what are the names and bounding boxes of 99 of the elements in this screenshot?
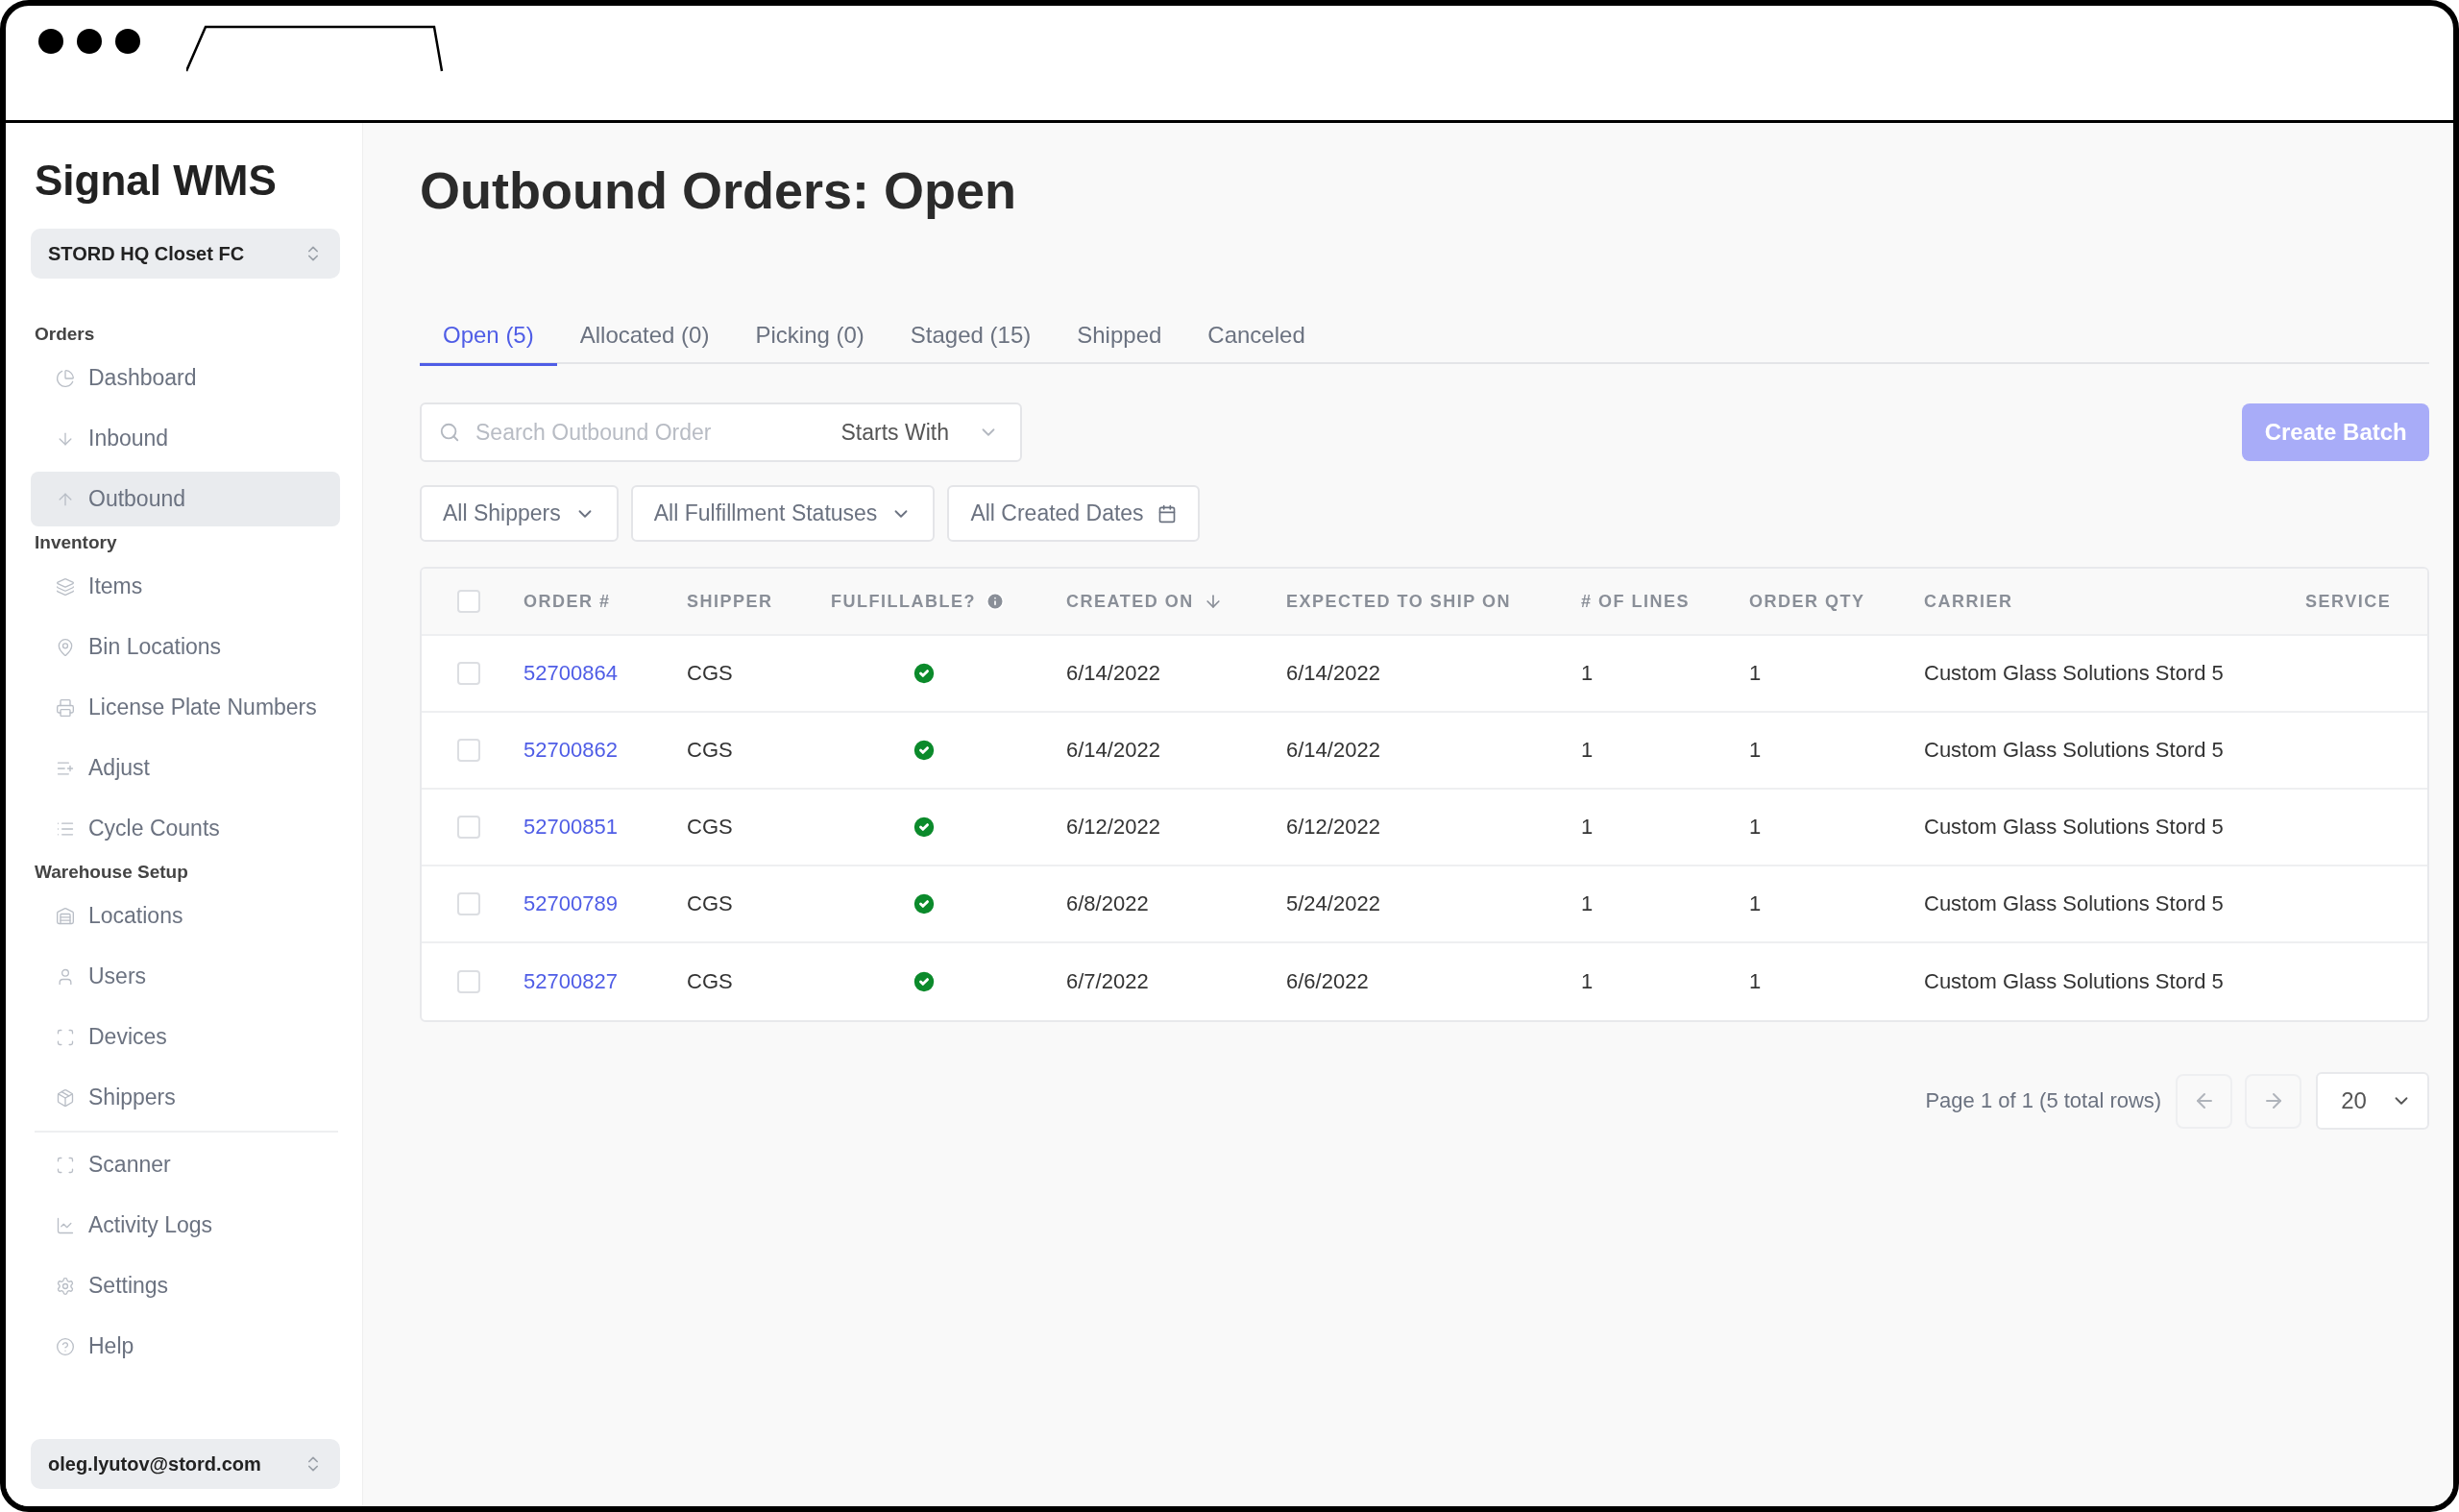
search-field[interactable]: Search Outbound Order Starts With [420,402,1022,462]
column-header: SHIPPER [687,591,774,612]
sidebar-item[interactable]: Activity Logs [31,1195,340,1256]
sidebar-item[interactable]: Settings [31,1256,340,1316]
user-selector[interactable]: oleg.lyutov@stord.com [31,1439,340,1489]
order-link[interactable]: 52700862 [523,738,618,763]
table-cell-text: Custom Glass Solutions Stord 5 [1924,815,2225,840]
search-icon [439,422,460,443]
order-link[interactable]: 52700789 [523,891,618,916]
table-cell-text: CGS [687,738,734,763]
sidebar-item[interactable]: Devices [31,1007,340,1067]
sidebar-item[interactable]: Items [31,556,340,617]
table-cell-text: 6/12/2022 [1286,815,1381,840]
table-cell-text: 6/14/2022 [1066,661,1161,686]
tab[interactable]: Shipped [1054,306,1185,366]
table-cell-text: 5/24/2022 [1286,891,1381,916]
row-checkbox[interactable] [457,662,480,685]
app-title: Signal WMS [35,156,278,206]
scan-frame-icon [56,1027,75,1047]
table-cell-text: CGS [687,969,734,994]
table-cell-text: CGS [687,661,734,686]
table-cell-text: 6/8/2022 [1066,891,1150,916]
row-checkbox[interactable] [457,892,480,915]
tab[interactable]: Canceled [1184,306,1328,366]
table-cell-text: 1 [1749,661,1763,686]
pie-chart-icon [56,368,75,388]
table-cell-text: CGS [687,815,734,840]
column-header: CREATED ON [1066,591,1194,612]
package-icon [56,1087,75,1108]
sidebar-item[interactable]: Dashboard [31,348,340,408]
order-link[interactable]: 52700851 [523,815,618,840]
sidebar-item[interactable]: Scanner [31,1134,340,1195]
sidebar-item[interactable]: Locations [31,886,340,946]
column-header: EXPECTED TO SHIP ON [1286,591,1512,612]
sidebar-item[interactable]: Cycle Counts [31,798,340,859]
filter-dropdown[interactable]: All Fulfillment Statuses [630,485,936,542]
printer-icon [56,697,75,718]
sidebar-item[interactable]: License Plate Numbers [31,677,340,738]
table-cell-text: Custom Glass Solutions Stord 5 [1924,738,2225,763]
row-checkbox[interactable] [457,970,480,993]
layers-icon [56,576,75,597]
table-cell-text: 6/14/2022 [1286,738,1381,763]
tab[interactable]: Picking (0) [732,306,888,366]
sidebar-item[interactable]: Shippers [31,1067,340,1128]
sidebar-item[interactable]: Help [31,1316,340,1377]
sidebar-item[interactable]: Outbound [31,472,340,526]
filter-dropdown[interactable]: All Created Dates [947,485,1200,542]
column-header: ORDER QTY [1749,591,1866,612]
table-cell-text: 1 [1581,661,1595,686]
table-cell-text: 1 [1581,969,1595,994]
tab[interactable]: Staged (15) [887,306,1055,366]
tab[interactable]: Open (5) [420,306,557,366]
line-chart-icon [56,1215,75,1235]
table-cell-text: Custom Glass Solutions Stord 5 [1924,969,2225,994]
pagination-summary: Page 1 of 1 (5 total rows) [1925,1088,2162,1113]
sidebar-item[interactable]: Users [31,946,340,1007]
sidebar-section-heading: Warehouse Setup [35,861,189,884]
scan-frame-icon [56,1155,75,1175]
table-cell-text: Custom Glass Solutions Stord 5 [1924,661,2225,686]
calendar-icon [1156,503,1177,524]
facility-selector[interactable]: STORD HQ Closet FC [31,229,340,279]
table-cell-text: 1 [1749,738,1763,763]
page-size-dropdown[interactable]: 20 [2316,1072,2430,1130]
column-header: SERVICE [2305,591,2392,612]
sidebar-item[interactable]: Bin Locations [31,617,340,677]
table-cell-text: 1 [1581,815,1595,840]
table-cell-text: CGS [687,891,734,916]
warehouse-icon [56,906,75,926]
row-checkbox[interactable] [457,816,480,839]
table-cell-text: 6/6/2022 [1286,969,1370,994]
select-all-checkbox[interactable] [457,590,480,613]
column-header: ORDER # [523,591,612,612]
sidebar-section-heading: Inventory [35,531,118,554]
table-cell-text: 1 [1749,815,1763,840]
help-icon [56,1336,75,1356]
column-header: FULFILLABLE? [831,591,976,612]
tab[interactable]: Allocated (0) [556,306,733,366]
table-cell-text: 1 [1749,891,1763,916]
table-cell-text: 1 [1581,738,1595,763]
row-checkbox[interactable] [457,739,480,762]
column-header: # OF LINES [1581,591,1691,612]
order-link[interactable]: 52700827 [523,969,618,994]
table-cell-text: 6/14/2022 [1066,738,1161,763]
column-header: CARRIER [1924,591,2014,612]
map-pin-icon [56,637,75,657]
match-mode-dropdown[interactable]: Starts With [835,419,1005,446]
sidebar-item[interactable]: Adjust [31,738,340,798]
filter-dropdown[interactable]: All Shippers [420,485,619,542]
table-cell-text: 1 [1581,891,1595,916]
table-cell-text: Custom Glass Solutions Stord 5 [1924,891,2225,916]
table-cell-text: 6/12/2022 [1066,815,1161,840]
table-cell-text: 1 [1749,969,1763,994]
sidebar-section-heading: Orders [35,323,96,346]
sidebar-item[interactable]: Inbound [31,408,340,469]
table-cell-text: 6/14/2022 [1286,661,1381,686]
settings-icon [56,1276,75,1296]
table-cell-text: 6/7/2022 [1066,969,1150,994]
page-title: Outbound Orders: Open [420,160,1017,221]
order-link[interactable]: 52700864 [523,661,618,686]
